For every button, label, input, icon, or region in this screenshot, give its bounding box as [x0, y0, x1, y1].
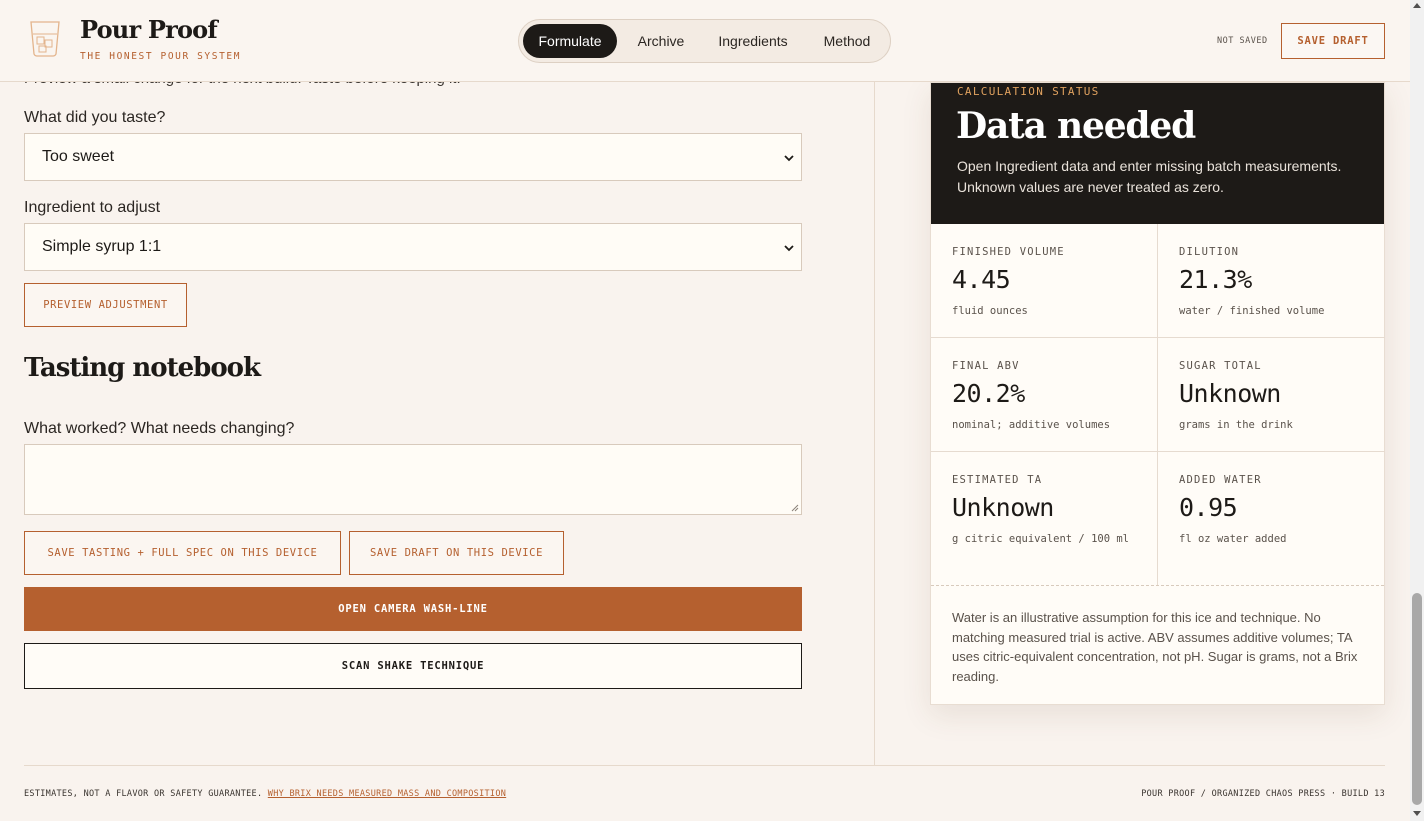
footer-divider [24, 765, 1385, 766]
column-divider [874, 82, 875, 765]
footer-disclaimer-text: ESTIMATES, NOT A FLAVOR OR SAFETY GUARAN… [24, 789, 263, 799]
metric-sub: fl oz water added [1179, 533, 1287, 545]
scroll-thumb[interactable] [1412, 593, 1422, 805]
metric-value: 4.45 [952, 265, 1011, 294]
taste-select-value: Too sweet [42, 148, 115, 165]
metric-estimated-ta: ESTIMATED TA Unknown g citric equivalent… [931, 452, 1158, 585]
ingredient-select-value: Simple syrup 1:1 [42, 238, 162, 255]
tab-archive[interactable]: Archive [623, 24, 699, 58]
metric-value: 0.95 [1179, 493, 1238, 522]
footer-disclaimer: ESTIMATES, NOT A FLAVOR OR SAFETY GUARAN… [24, 789, 506, 799]
status-box: CALCULATION STATUS Data needed Open Ingr… [931, 83, 1384, 224]
scroll-up-arrow-icon[interactable] [1413, 3, 1421, 8]
rocks-glass-icon[interactable] [28, 18, 62, 58]
note-divider [931, 585, 1384, 586]
metric-value: 20.2% [952, 379, 1025, 408]
chevron-down-icon [784, 155, 794, 162]
metric-label: FINISHED VOLUME [952, 246, 1065, 258]
metric-sub: nominal; additive volumes [952, 419, 1111, 431]
save-tasting-button[interactable]: SAVE TASTING + FULL SPEC ON THIS DEVICE [24, 531, 341, 575]
metric-label: FINAL ABV [952, 360, 1020, 372]
metric-dilution: DILUTION 21.3% water / finished volume [1158, 224, 1385, 338]
app-header: Pour Proof THE HONEST POUR SYSTEM Formul… [0, 0, 1410, 82]
metric-label: DILUTION [1179, 246, 1240, 258]
scan-shake-button[interactable]: SCAN SHAKE TECHNIQUE [24, 643, 802, 689]
preview-adjustment-button[interactable]: PREVIEW ADJUSTMENT [24, 283, 187, 327]
taste-label: What did you taste? [24, 109, 166, 126]
brand-tagline: THE HONEST POUR SYSTEM [80, 51, 242, 62]
metric-sub: grams in the drink [1179, 419, 1293, 431]
metric-label: SUGAR TOTAL [1179, 360, 1262, 372]
metric-value: 21.3% [1179, 265, 1252, 294]
metric-value: Unknown [1179, 379, 1281, 408]
resize-handle-icon[interactable] [791, 504, 799, 512]
page-scrollbar[interactable] [1410, 0, 1424, 821]
metric-added-water: ADDED WATER 0.95 fl oz water added [1158, 452, 1385, 585]
main-nav: Formulate Archive Ingredients Method [518, 19, 891, 63]
save-status: NOT SAVED [1217, 36, 1268, 46]
assumption-note: Water is an illustrative assumption for … [952, 610, 1358, 684]
tab-ingredients[interactable]: Ingredients [705, 24, 801, 58]
tab-formulate[interactable]: Formulate [523, 24, 617, 58]
taste-select[interactable]: Too sweet [24, 133, 802, 181]
ingredient-select[interactable]: Simple syrup 1:1 [24, 223, 802, 271]
notebook-prompt: What worked? What needs changing? [24, 420, 295, 437]
metric-sugar-total: SUGAR TOTAL Unknown grams in the drink [1158, 338, 1385, 452]
notebook-title: Tasting notebook [24, 353, 261, 383]
open-camera-button[interactable]: OPEN CAMERA WASH-LINE [24, 587, 802, 631]
save-draft-button[interactable]: SAVE DRAFT [1281, 23, 1385, 59]
chevron-down-icon [784, 245, 794, 252]
ingredient-label: Ingredient to adjust [24, 199, 161, 216]
metric-sub: fluid ounces [952, 305, 1028, 317]
brand-name[interactable]: Pour Proof [80, 15, 218, 44]
status-kicker: CALCULATION STATUS [957, 85, 1100, 98]
status-text: Open Ingredient data and enter missing b… [957, 158, 1342, 195]
calculation-panel: CALCULATION STATUS Data needed Open Ingr… [930, 82, 1385, 705]
scroll-down-arrow-icon[interactable] [1413, 811, 1421, 816]
tasting-notes-textarea[interactable] [24, 444, 802, 515]
metric-final-abv: FINAL ABV 20.2% nominal; additive volume… [931, 338, 1158, 452]
metric-label: ESTIMATED TA [952, 474, 1043, 486]
metric-sub: water / finished volume [1179, 305, 1325, 317]
footer-credits: POUR PROOF / ORGANIZED CHAOS PRESS · BUI… [1141, 789, 1385, 799]
metric-value: Unknown [952, 493, 1054, 522]
status-title: Data needed [956, 105, 1196, 147]
save-draft-device-button[interactable]: SAVE DRAFT ON THIS DEVICE [349, 531, 564, 575]
metric-sub: g citric equivalent / 100 ml [952, 533, 1130, 545]
metric-finished-volume: FINISHED VOLUME 4.45 fluid ounces [931, 224, 1158, 338]
metric-label: ADDED WATER [1179, 474, 1262, 486]
tab-method[interactable]: Method [807, 24, 887, 58]
brix-info-link[interactable]: WHY BRIX NEEDS MEASURED MASS AND COMPOSI… [268, 789, 506, 799]
